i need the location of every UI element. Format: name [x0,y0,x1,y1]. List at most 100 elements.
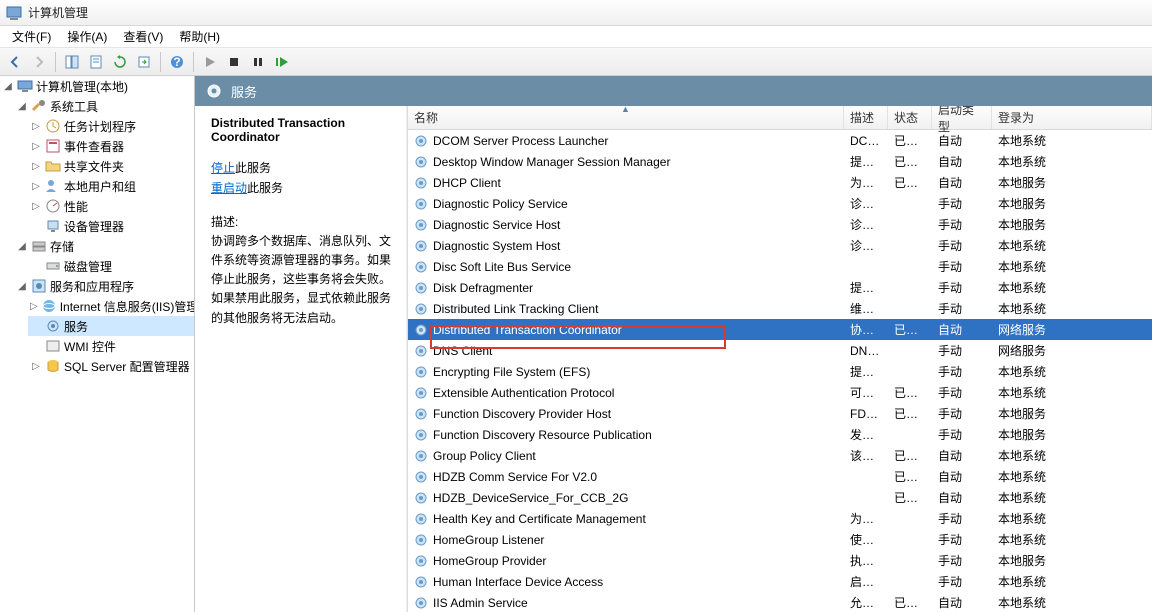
tree-services[interactable]: ▷服务 [28,316,194,336]
collapse-icon[interactable]: ◢ [16,241,28,252]
service-row[interactable]: HomeGroup Listener使本...手动本地系统 [408,529,1152,550]
service-logon: 本地系统 [992,468,1152,485]
stop-service-button[interactable] [223,51,245,73]
gear-icon [414,239,428,253]
service-desc: 启用... [844,573,888,590]
window-title: 计算机管理 [28,4,88,21]
help-button[interactable]: ? [166,51,188,73]
service-row[interactable]: HDZB Comm Service For V2.0已启动自动本地系统 [408,466,1152,487]
tree-iis[interactable]: ▷Internet 信息服务(IIS)管理器 [28,296,194,316]
expand-icon[interactable]: ▷ [30,301,38,312]
service-row[interactable]: Function Discovery Resource Publication发… [408,424,1152,445]
menu-view[interactable]: 查看(V) [115,26,171,47]
collapse-icon[interactable]: ◢ [16,281,28,292]
service-logon: 本地服务 [992,216,1152,233]
users-icon [45,178,61,194]
gear-icon [414,134,428,148]
stop-service-link[interactable]: 停止 [211,161,235,175]
service-row[interactable]: HDZB_DeviceService_For_CCB_2G已启动自动本地系统 [408,487,1152,508]
properties-button[interactable] [85,51,107,73]
service-row[interactable]: Function Discovery Provider HostFDP...已启… [408,403,1152,424]
service-row[interactable]: Group Policy Client该服...已启动自动本地系统 [408,445,1152,466]
gear-icon [414,596,428,610]
col-desc[interactable]: 描述 [844,106,888,129]
tree-system-tools[interactable]: ◢ 系统工具 [14,96,194,116]
expand-icon[interactable]: ▷ [30,181,42,192]
col-status[interactable]: 状态 [888,106,932,129]
service-row[interactable]: DNS ClientDNS...手动网络服务 [408,340,1152,361]
tree-label: 系统工具 [50,98,98,115]
tree-wmi[interactable]: ▷WMI 控件 [28,336,194,356]
service-row[interactable]: Diagnostic Service Host诊断...手动本地服务 [408,214,1152,235]
tree-sql[interactable]: ▷SQL Server 配置管理器 [28,356,194,376]
pause-service-button[interactable] [247,51,269,73]
service-desc: 为此... [844,174,888,191]
back-button[interactable] [4,51,26,73]
service-name: HomeGroup Provider [433,554,546,568]
tree-performance[interactable]: ▷性能 [28,196,194,216]
service-name: IIS Admin Service [433,596,528,610]
tree-services-apps[interactable]: ◢ 服务和应用程序 [14,276,194,296]
tree-storage[interactable]: ◢ 存储 [14,236,194,256]
service-row[interactable]: HomeGroup Provider执行...手动本地服务 [408,550,1152,571]
service-row[interactable]: Desktop Window Manager Session Manager提供… [408,151,1152,172]
collapse-icon[interactable]: ◢ [16,101,28,112]
col-name[interactable]: 名称▲ [408,106,844,129]
gear-icon [205,82,223,100]
show-hide-button[interactable] [61,51,83,73]
service-logon: 本地系统 [992,594,1152,611]
forward-button[interactable] [28,51,50,73]
tree-local-users[interactable]: ▷本地用户和组 [28,176,194,196]
expand-icon[interactable]: ▷ [30,361,42,372]
selected-service-name: Distributed Transaction Coordinator [211,116,398,144]
tree-device-manager[interactable]: ▷设备管理器 [28,216,194,236]
service-row[interactable]: Diagnostic System Host诊断...手动本地系统 [408,235,1152,256]
service-row[interactable]: Human Interface Device Access启用...手动本地系统 [408,571,1152,592]
refresh-button[interactable] [109,51,131,73]
service-row[interactable]: DCOM Server Process LauncherDCO...已启动自动本… [408,130,1152,151]
menu-help[interactable]: 帮助(H) [171,26,228,47]
tree-shared-folders[interactable]: ▷共享文件夹 [28,156,194,176]
service-row[interactable]: Diagnostic Policy Service诊断...手动本地服务 [408,193,1152,214]
tree-task-scheduler[interactable]: ▷任务计划程序 [28,116,194,136]
gear-icon [414,218,428,232]
col-startup[interactable]: 启动类型 [932,106,992,129]
service-row[interactable]: Distributed Link Tracking Client维护...手动本… [408,298,1152,319]
gear-icon [414,407,428,421]
service-status: 已启动 [888,132,932,149]
start-service-button[interactable] [199,51,221,73]
restart-service-button[interactable] [271,51,293,73]
service-row[interactable]: Encrypting File System (EFS)提供...手动本地系统 [408,361,1152,382]
service-row[interactable]: DHCP Client为此...已启动自动本地服务 [408,172,1152,193]
expand-icon[interactable]: ▷ [30,201,42,212]
restart-service-link[interactable]: 重启动 [211,181,247,195]
service-row[interactable]: Health Key and Certificate Management为网.… [408,508,1152,529]
tree-root[interactable]: ◢ 计算机管理(本地) [0,76,194,96]
collapse-icon[interactable]: ◢ [2,81,14,92]
menu-file[interactable]: 文件(F) [4,26,59,47]
service-desc: 维护... [844,300,888,317]
service-row[interactable]: Disc Soft Lite Bus Service手动本地系统 [408,256,1152,277]
service-row[interactable]: IIS Admin Service允许...已启动自动本地系统 [408,592,1152,612]
expand-icon[interactable]: ▷ [30,161,42,172]
service-row[interactable]: Disk Defragmenter提供...手动本地系统 [408,277,1152,298]
service-row[interactable]: Distributed Transaction Coordinator协调...… [408,319,1152,340]
expand-icon[interactable]: ▷ [30,121,42,132]
gear-icon [414,155,428,169]
service-name: Distributed Transaction Coordinator [433,323,622,337]
export-button[interactable] [133,51,155,73]
tree-label: 事件查看器 [64,138,124,155]
gear-icon [414,449,428,463]
col-logon[interactable]: 登录为 [992,106,1152,129]
gear-icon [414,281,428,295]
tree-disk-management[interactable]: ▷磁盘管理 [28,256,194,276]
service-logon: 本地服务 [992,426,1152,443]
tree-label: 计算机管理(本地) [36,78,128,95]
menu-action[interactable]: 操作(A) [59,26,115,47]
expand-icon[interactable]: ▷ [30,141,42,152]
service-status: 已启动 [888,468,932,485]
service-row[interactable]: Extensible Authentication Protocol可扩...已… [408,382,1152,403]
service-startup: 手动 [932,384,992,401]
service-startup: 手动 [932,531,992,548]
tree-event-viewer[interactable]: ▷ 事件查看器 [28,136,194,156]
